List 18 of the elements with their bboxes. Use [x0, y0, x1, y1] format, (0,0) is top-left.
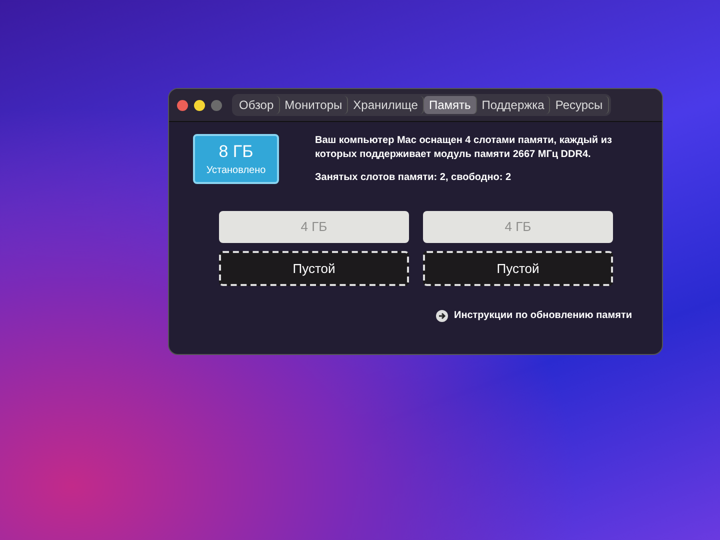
memory-slot: 4 ГБ [219, 210, 409, 242]
arrow-icon [436, 310, 448, 322]
tab[interactable]: Память [424, 96, 477, 114]
slots-summary: Занятых слотов памяти: 2, свободно: 2 [315, 171, 512, 184]
memory-slot: 4 ГБ [423, 210, 613, 242]
memory-status: Установлено [206, 165, 266, 176]
empty-slot: Пустой [423, 250, 613, 286]
tab[interactable]: Ресурсы [550, 96, 609, 114]
tab[interactable]: Поддержка [476, 96, 550, 114]
memory-description: Ваш компьютер Mac оснащен 4 слотами памяти, каждый из которых поддерживает модуль памяти 2667 МГц DDR4. [315, 134, 613, 161]
zoom-icon[interactable] [211, 100, 222, 110]
upgrade-link[interactable]: Инструкции по обновлению памяти [436, 310, 632, 322]
close-icon[interactable] [177, 100, 188, 110]
empty-slot: Пустой [219, 250, 409, 286]
memory-size: 8 ГБ [218, 142, 254, 162]
minimize-icon[interactable] [194, 100, 205, 110]
tab[interactable]: Обзор [234, 96, 280, 114]
tab[interactable]: Мониторы [280, 96, 348, 114]
